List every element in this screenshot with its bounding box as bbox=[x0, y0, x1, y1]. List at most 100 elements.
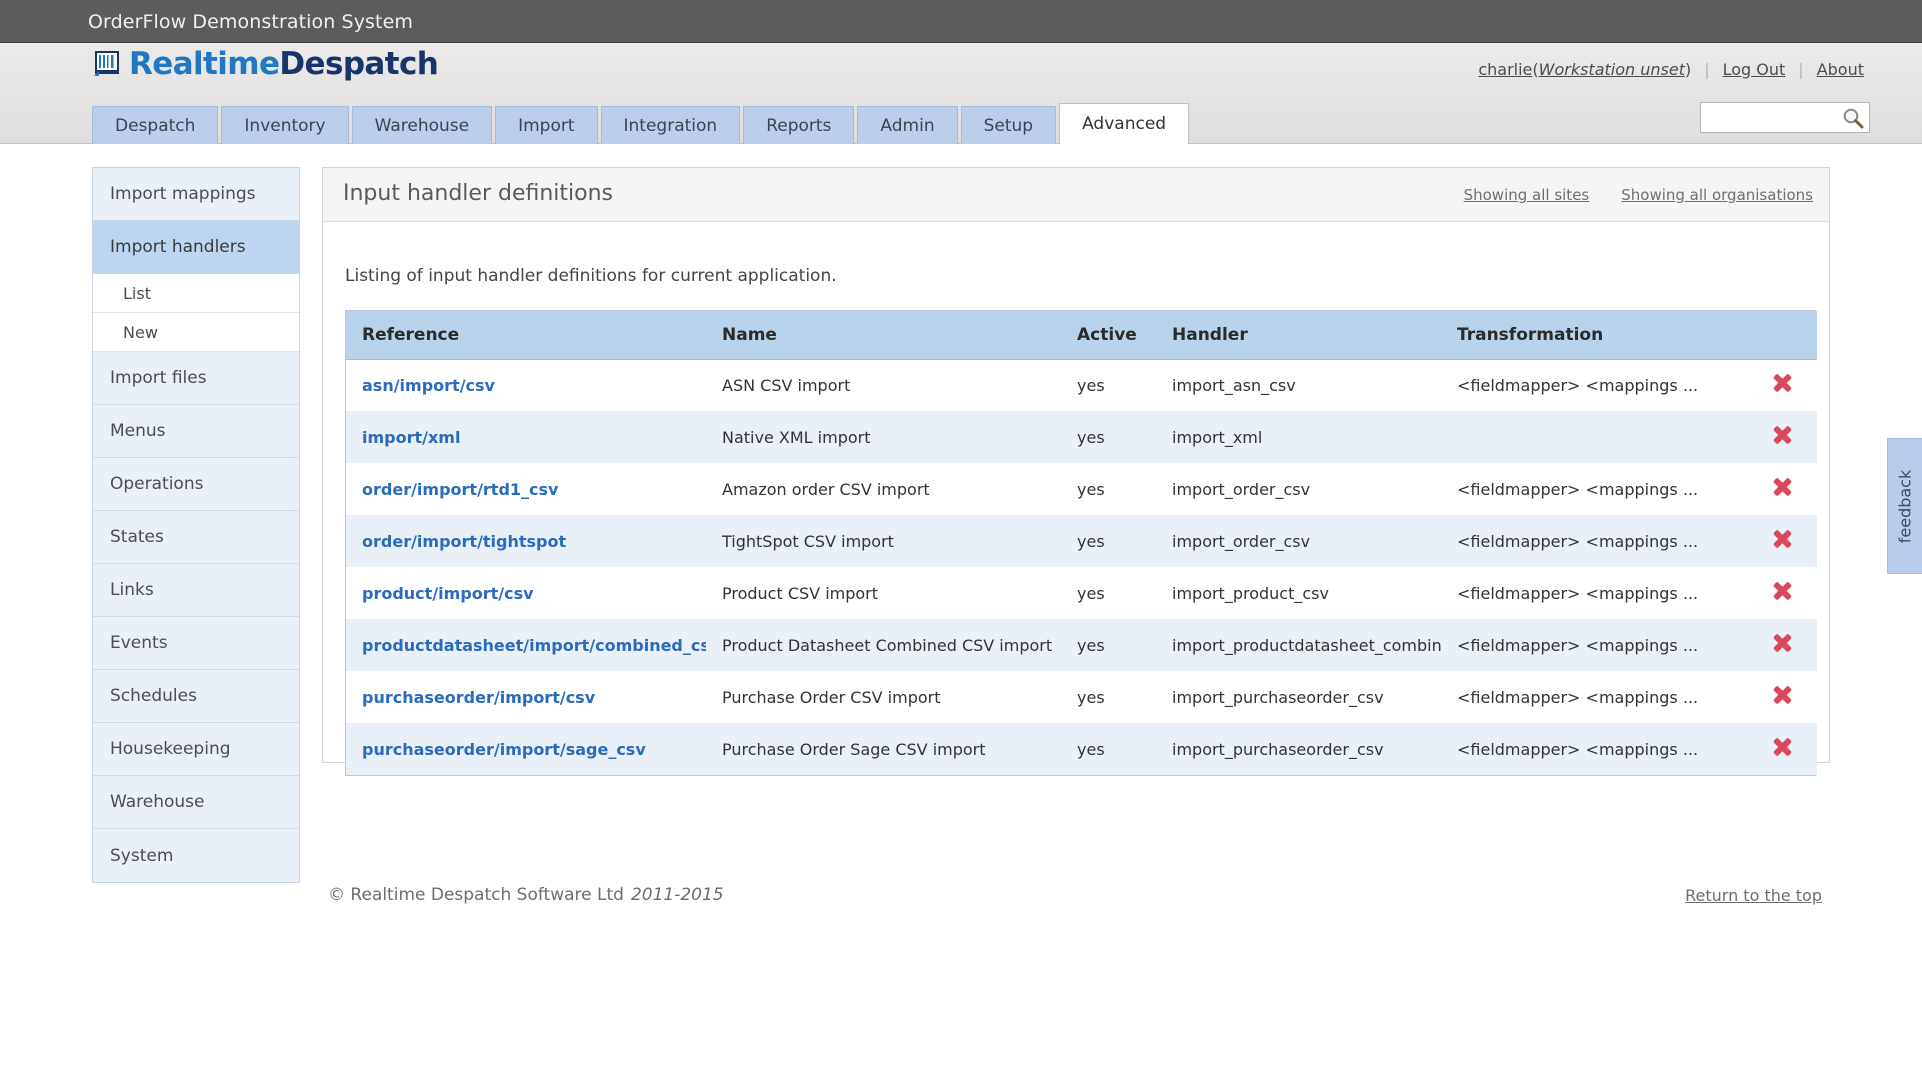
sidebar-item-list[interactable]: List bbox=[93, 274, 299, 313]
handler-text: import_productdatasheet_combined_csv bbox=[1172, 635, 1441, 655]
tab-label: Advanced bbox=[1082, 114, 1167, 134]
cell-reference: asn/import/csv bbox=[346, 359, 706, 411]
sidebar-item-schedules[interactable]: Schedules bbox=[93, 670, 299, 723]
return-to-top-link[interactable]: Return to the top bbox=[1685, 886, 1822, 905]
search-icon[interactable] bbox=[1842, 107, 1864, 129]
cell-active: yes bbox=[1061, 671, 1156, 723]
table-body: asn/import/csv ASN CSV import yes import_as… bbox=[346, 359, 1817, 775]
reference-link[interactable]: asn/import/csv bbox=[362, 376, 495, 395]
barcode-book-icon bbox=[92, 49, 122, 79]
cell-handler: import_purchaseorder_csv bbox=[1156, 671, 1441, 723]
transformation-text: <fieldmapper> <mappings ... bbox=[1457, 635, 1699, 655]
content-header-links: Showing all sites Showing all organisatio… bbox=[1432, 186, 1813, 204]
cell-delete[interactable] bbox=[1731, 515, 1817, 567]
sidebar-item-label: Links bbox=[110, 580, 154, 600]
userbar-divider-1: | bbox=[1704, 60, 1710, 79]
reference-link[interactable]: purchaseorder/import/sage_csv bbox=[362, 740, 646, 759]
tab-label: Warehouse bbox=[374, 115, 470, 136]
reference-link[interactable]: product/import/csv bbox=[362, 584, 534, 603]
sidebar-item-housekeeping[interactable]: Housekeeping bbox=[93, 723, 299, 776]
tab-reports[interactable]: Reports bbox=[743, 106, 855, 144]
table-row: purchaseorder/import/sage_csv Purchase Or… bbox=[346, 723, 1817, 775]
tab-inventory[interactable]: Inventory bbox=[221, 106, 349, 144]
cell-handler: import_asn_csv bbox=[1156, 359, 1441, 411]
delete-x-icon[interactable] bbox=[1772, 685, 1792, 705]
reference-link[interactable]: order/import/tightspot bbox=[362, 532, 566, 551]
sidebar-item-label: System bbox=[110, 845, 174, 866]
cell-handler: import_productdatasheet_combined_csv bbox=[1156, 619, 1441, 671]
sidebar-item-label: Import mappings bbox=[110, 184, 256, 204]
sidebar-item-import-files[interactable]: Import files bbox=[93, 352, 299, 405]
active-text: yes bbox=[1077, 479, 1105, 499]
workstation-link[interactable]: Workstation unset bbox=[1539, 60, 1685, 79]
delete-x-icon[interactable] bbox=[1772, 425, 1792, 445]
active-text: yes bbox=[1077, 375, 1105, 395]
delete-x-icon[interactable] bbox=[1772, 529, 1792, 549]
delete-x-icon[interactable] bbox=[1772, 633, 1792, 653]
cell-transformation: <fieldmapper> <mappings ... bbox=[1441, 567, 1731, 619]
tab-advanced[interactable]: Advanced bbox=[1059, 103, 1190, 144]
column-header-handler: Handler bbox=[1156, 311, 1441, 360]
cell-name: Product CSV import bbox=[706, 567, 1061, 619]
cell-name: Amazon order CSV import bbox=[706, 463, 1061, 515]
delete-x-icon[interactable] bbox=[1772, 581, 1792, 601]
cell-handler: import_xml bbox=[1156, 411, 1441, 463]
delete-x-icon[interactable] bbox=[1772, 477, 1792, 497]
cell-delete[interactable] bbox=[1731, 567, 1817, 619]
cell-delete[interactable] bbox=[1731, 411, 1817, 463]
cell-handler: import_order_csv bbox=[1156, 515, 1441, 567]
sidebar-item-warehouse[interactable]: Warehouse bbox=[93, 776, 299, 829]
cell-active: yes bbox=[1061, 411, 1156, 463]
reference-link[interactable]: import/xml bbox=[362, 428, 460, 447]
cell-delete[interactable] bbox=[1731, 619, 1817, 671]
search-box[interactable] bbox=[1700, 102, 1870, 133]
sidebar-item-system[interactable]: System bbox=[93, 829, 299, 882]
showing-all-sites-link[interactable]: Showing all sites bbox=[1464, 186, 1590, 204]
tab-admin[interactable]: Admin bbox=[857, 106, 958, 144]
handler-text: import_product_csv bbox=[1172, 583, 1329, 603]
tab-despatch[interactable]: Despatch bbox=[92, 106, 219, 144]
cell-delete[interactable] bbox=[1731, 359, 1817, 411]
logout-link[interactable]: Log Out bbox=[1723, 60, 1786, 79]
tab-warehouse[interactable]: Warehouse bbox=[351, 106, 493, 144]
sidebar-item-import-handlers[interactable]: Import handlers bbox=[93, 221, 299, 274]
cell-name: Native XML import bbox=[706, 411, 1061, 463]
handler-text: import_asn_csv bbox=[1172, 375, 1296, 395]
transformation-text: <fieldmapper> <mappings ... bbox=[1457, 479, 1699, 499]
cell-delete[interactable] bbox=[1731, 463, 1817, 515]
sidebar-item-states[interactable]: States bbox=[93, 511, 299, 564]
sidebar-item-label: Menus bbox=[110, 421, 166, 441]
sidebar-item-menus[interactable]: Menus bbox=[93, 405, 299, 458]
reference-link[interactable]: purchaseorder/import/csv bbox=[362, 688, 595, 707]
cell-reference: order/import/rtd1_csv bbox=[346, 463, 706, 515]
username-link[interactable]: charlie bbox=[1478, 60, 1532, 79]
sidebar-item-import-mappings[interactable]: Import mappings bbox=[93, 168, 299, 221]
cell-name: Product Datasheet Combined CSV import bbox=[706, 619, 1061, 671]
sidebar-item-operations[interactable]: Operations bbox=[93, 458, 299, 511]
cell-delete[interactable] bbox=[1731, 723, 1817, 775]
search-input[interactable] bbox=[1701, 103, 1841, 132]
sidebar-item-events[interactable]: Events bbox=[93, 617, 299, 670]
cell-active: yes bbox=[1061, 723, 1156, 775]
tab-import[interactable]: Import bbox=[495, 106, 598, 144]
sidebar-item-label: Import handlers bbox=[110, 237, 246, 257]
tab-integration[interactable]: Integration bbox=[600, 106, 741, 144]
reference-link[interactable]: productdatasheet/import/combined_csv bbox=[362, 636, 706, 655]
about-link[interactable]: About bbox=[1817, 60, 1864, 79]
reference-link[interactable]: order/import/rtd1_csv bbox=[362, 480, 558, 499]
page-title: Input handler definitions bbox=[343, 181, 613, 206]
delete-x-icon[interactable] bbox=[1772, 373, 1792, 393]
tab-setup[interactable]: Setup bbox=[960, 106, 1057, 144]
sidebar-item-links[interactable]: Links bbox=[93, 564, 299, 617]
feedback-tab[interactable]: feedback bbox=[1887, 438, 1922, 574]
active-text: yes bbox=[1077, 635, 1105, 655]
primary-nav-tabs: Despatch Inventory Warehouse Import Integrat… bbox=[92, 103, 1192, 144]
delete-x-icon[interactable] bbox=[1772, 737, 1792, 757]
table-row: productdatasheet/import/combined_csv Prod… bbox=[346, 619, 1817, 671]
showing-all-organisations-link[interactable]: Showing all organisations bbox=[1621, 186, 1813, 204]
name-text: Purchase Order Sage CSV import bbox=[722, 739, 986, 759]
name-text: Product CSV import bbox=[722, 583, 879, 603]
sidebar-item-new[interactable]: New bbox=[93, 313, 299, 352]
cell-delete[interactable] bbox=[1731, 671, 1817, 723]
brand-logo[interactable]: RealtimeDespatch bbox=[92, 43, 439, 85]
